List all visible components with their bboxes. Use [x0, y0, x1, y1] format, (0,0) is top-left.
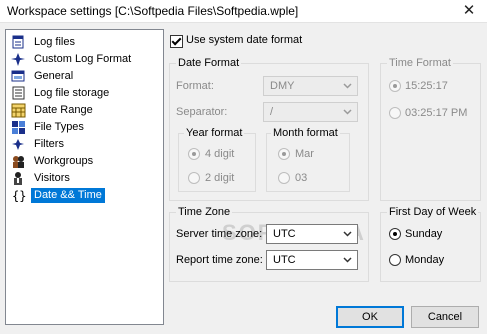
time-24h-label: 15:25:17	[405, 80, 448, 92]
time-12h-label: 03:25:17 PM	[405, 107, 468, 119]
time-12h-radio[interactable]	[389, 107, 401, 119]
year-2-digit-label: 2 digit	[205, 172, 235, 184]
custom-format-icon	[11, 52, 26, 67]
first-day-of-week-title: First Day of Week	[387, 206, 479, 218]
server-time-zone-label: Server time zone:	[176, 228, 263, 240]
tree-item-label: Log files	[34, 36, 75, 48]
tree-item-label: Custom Log Format	[34, 53, 132, 65]
log-files-icon	[11, 35, 26, 50]
format-label: Format:	[176, 80, 214, 92]
calendar-icon	[11, 103, 26, 118]
month-03-label: 03	[295, 172, 308, 184]
date-format-title: Date Format	[176, 57, 242, 69]
year-2-digit-radio[interactable]	[188, 172, 200, 184]
tree-item-filters[interactable]: Filters	[10, 136, 160, 153]
time-zone-title: Time Zone	[176, 206, 233, 218]
cancel-button[interactable]: Cancel	[411, 306, 479, 328]
tree-item-date-range[interactable]: Date Range	[10, 102, 160, 119]
separator-label: Separator:	[176, 106, 228, 118]
tree-item-workgroups[interactable]: Workgroups	[10, 153, 160, 170]
braces-icon: {}	[11, 188, 26, 203]
settings-tree[interactable]: Log files Custom Log Format General Log …	[5, 29, 164, 325]
ok-button[interactable]: OK	[336, 306, 404, 328]
time-24h-radio[interactable]	[389, 80, 401, 92]
window-title: Workspace settings [C:\Softpedia Files\S…	[7, 4, 299, 18]
svg-text:{}: {}	[12, 189, 26, 203]
use-system-date-format-label: Use system date format	[186, 34, 303, 46]
report-time-zone-select[interactable]: UTC	[266, 250, 358, 270]
chevron-down-icon	[343, 229, 352, 238]
separator-select[interactable]: /	[263, 102, 358, 122]
time-format-title: Time Format	[387, 57, 453, 69]
first-day-of-week-group	[380, 212, 481, 282]
tree-item-label: Filters	[34, 138, 64, 150]
month-mar-radio[interactable]	[278, 148, 290, 160]
year-4-digit-radio[interactable]	[188, 148, 200, 160]
sunday-label: Sunday	[405, 228, 443, 240]
visitors-icon	[11, 171, 26, 186]
chevron-down-icon	[343, 255, 352, 264]
sunday-radio[interactable]	[389, 228, 401, 240]
tree-item-custom-log-format[interactable]: Custom Log Format	[10, 51, 160, 68]
year-4-digit-label: 4 digit	[205, 148, 235, 160]
monday-radio[interactable]	[389, 254, 401, 266]
tree-item-label: Log file storage	[34, 87, 110, 99]
year-format-title: Year format	[184, 127, 245, 139]
chevron-down-icon	[343, 107, 352, 116]
tree-item-label: Date Range	[34, 104, 93, 116]
format-value: DMY	[270, 80, 295, 92]
tree-item-date-time[interactable]: {} Date && Time	[10, 187, 160, 204]
tree-item-log-files[interactable]: Log files	[10, 34, 160, 51]
title-bar: Workspace settings [C:\Softpedia Files\S…	[0, 0, 487, 23]
month-mar-label: Mar	[295, 148, 314, 160]
workgroups-icon	[11, 154, 26, 169]
close-icon[interactable]: ✕	[458, 1, 480, 21]
chevron-down-icon	[343, 81, 352, 90]
month-format-title: Month format	[271, 127, 340, 139]
tree-item-label: General	[34, 70, 74, 82]
file-types-icon	[11, 120, 26, 135]
month-03-radio[interactable]	[278, 172, 290, 184]
tree-item-label: Visitors	[34, 172, 70, 184]
month-format-group	[266, 133, 350, 192]
tree-item-label: Workgroups	[34, 155, 94, 167]
format-select[interactable]: DMY	[263, 76, 358, 96]
storage-icon	[11, 86, 26, 101]
tree-item-log-file-storage[interactable]: Log file storage	[10, 85, 160, 102]
tree-item-label: File Types	[34, 121, 84, 133]
server-time-zone-value: UTC	[273, 228, 296, 240]
separator-value: /	[270, 106, 274, 118]
monday-label: Monday	[405, 254, 445, 266]
tree-item-general[interactable]: General	[10, 68, 160, 85]
report-time-zone-label: Report time zone:	[176, 254, 263, 266]
filters-icon	[11, 137, 26, 152]
general-icon	[11, 69, 26, 84]
tree-item-label: Date && Time	[31, 188, 105, 203]
tree-item-visitors[interactable]: Visitors	[10, 170, 160, 187]
server-time-zone-select[interactable]: UTC	[266, 224, 358, 244]
tree-item-file-types[interactable]: File Types	[10, 119, 160, 136]
use-system-date-format-checkbox[interactable]	[170, 35, 183, 48]
report-time-zone-value: UTC	[273, 254, 296, 266]
